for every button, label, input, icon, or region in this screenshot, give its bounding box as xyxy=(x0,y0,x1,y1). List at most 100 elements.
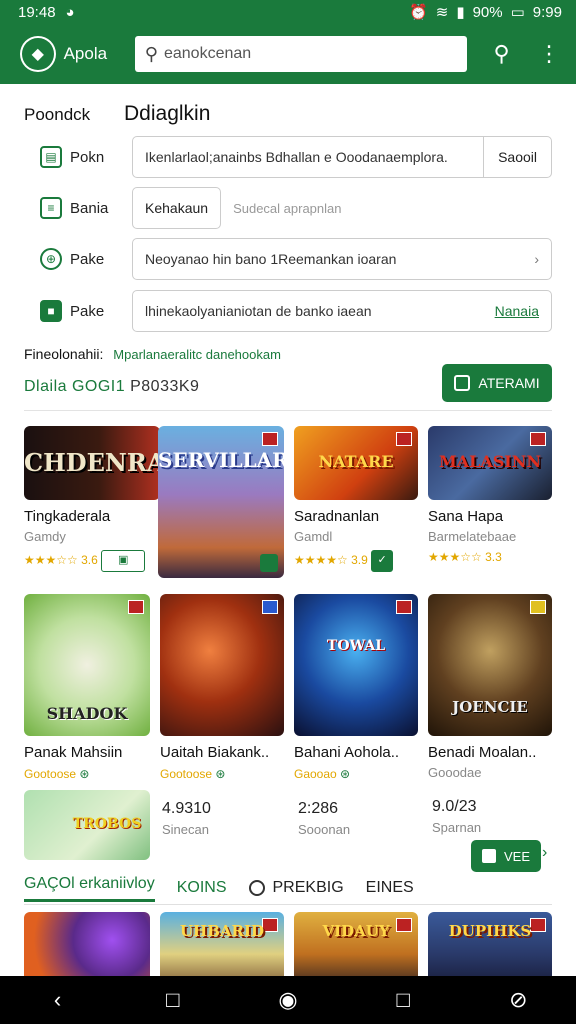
status-clock: 9:99 xyxy=(532,3,562,21)
select-field[interactable]: Neoyanao hin bano 1Reemankan ioaran › xyxy=(132,238,552,280)
form-label: Pake xyxy=(70,250,105,268)
info-code-prefix: Dlaila GOGI1 xyxy=(24,378,126,395)
field-value: lhinekaolyanianiotan de banko iaean xyxy=(145,303,372,319)
section-title: Ddiaglkin xyxy=(124,102,211,125)
game-name: Saradnanlan xyxy=(294,508,380,525)
game-card-featured[interactable]: SERVILLAR xyxy=(158,426,284,578)
alarm-icon: ⏰ xyxy=(409,4,428,21)
game-genre: Gooodae xyxy=(428,765,482,780)
field-link[interactable]: Nanaia xyxy=(495,303,539,319)
game-card[interactable] xyxy=(24,912,150,976)
game-card[interactable]: CHDENRA Tingkaderala Gamdy ★★★☆☆ 3.6 ▣ xyxy=(24,426,160,572)
recents-icon[interactable]: □ xyxy=(383,987,423,1013)
game-stat-label: Sooonan xyxy=(298,822,351,837)
game-art xyxy=(160,594,284,736)
field-value: Neoyanao hin bano 1Reemankan ioaran xyxy=(145,251,397,267)
view-button[interactable]: VEE xyxy=(471,840,541,872)
game-rating: ★★★☆☆ 3.6 ▣ xyxy=(24,550,160,572)
search-button-icon[interactable]: ⚲ xyxy=(489,41,515,67)
battery-icon: ▭ xyxy=(510,4,525,21)
tab-4[interactable]: EINES xyxy=(366,879,414,897)
signal-icon: ▮ xyxy=(456,4,465,21)
badge-icon xyxy=(262,600,278,614)
game-card[interactable]: Uaitah Biakank.. Gootoose ⊛ xyxy=(160,594,284,781)
game-card[interactable]: TROBOS xyxy=(24,790,150,860)
tab-divider xyxy=(24,904,552,905)
game-stat: 4.9310 Sinecan xyxy=(162,800,282,837)
install-button[interactable]: ▣ xyxy=(101,550,146,572)
cta-button[interactable]: ATERAMI xyxy=(442,364,552,402)
game-name: Panak Mahsiin xyxy=(24,744,123,761)
chevron-right-icon: › xyxy=(534,251,539,267)
game-art xyxy=(24,912,150,976)
game-genre: Gamdl xyxy=(294,529,333,544)
section-label: Poondck xyxy=(24,105,91,124)
game-name: Uaitah Biakank.. xyxy=(160,744,270,761)
install-icon[interactable] xyxy=(260,554,278,572)
wifi-icon: ≋ xyxy=(435,4,449,21)
game-art-title: VIDAUY xyxy=(322,922,390,940)
game-name: Tingkaderala xyxy=(24,508,111,525)
back-icon[interactable]: ‹ xyxy=(38,987,78,1013)
document-icon: ▤ xyxy=(40,146,62,168)
tab-2[interactable]: KOINS xyxy=(177,879,227,897)
tab-1[interactable]: GAÇOl erkaniivloy xyxy=(24,875,155,902)
divider xyxy=(24,410,552,411)
game-card[interactable]: UHBARID xyxy=(160,912,284,976)
game-art-title: UHBARID xyxy=(179,922,265,940)
text-field[interactable]: Ikenlarlaol;anainbs Bdhallan e Ooodanaem… xyxy=(132,136,552,178)
game-card[interactable]: SHADOK Panak Mahsiin Gootoose ⊛ xyxy=(24,594,150,781)
chevron-right-icon[interactable]: › xyxy=(542,844,547,862)
more-menu-icon[interactable]: ⋮ xyxy=(536,41,562,67)
game-rating: Gootoose ⊛ xyxy=(160,767,226,781)
app-name: Apola xyxy=(63,44,108,63)
badge-icon xyxy=(396,600,412,614)
section-header: Poondck Ddiaglkin xyxy=(24,102,554,132)
app-logo-icon[interactable]: ◆ xyxy=(20,36,56,72)
square-icon[interactable]: □ xyxy=(153,987,193,1013)
game-art: DUPIHKS xyxy=(428,912,552,976)
form-label: Pake xyxy=(70,302,105,320)
radio-icon xyxy=(248,879,265,896)
option-hint: Sudecal aprapnlan xyxy=(233,200,342,216)
badge-icon xyxy=(396,432,412,446)
game-art-title: SERVILLAR xyxy=(158,448,284,472)
game-stat-label: Sinecan xyxy=(162,822,209,837)
game-card[interactable]: TOWAL Bahani Aohola.. Gaooao ⊛ xyxy=(294,594,418,781)
game-card[interactable]: VIDAUY xyxy=(294,912,418,976)
checkbox-icon xyxy=(454,375,471,391)
game-art-title: NATARE xyxy=(318,452,394,471)
game-art: TROBOS xyxy=(24,790,150,860)
info-heading-note: Mparlanaeralitc danehookam xyxy=(113,347,281,362)
game-card[interactable]: NATARE Saradnanlan Gamdl ★★★★☆ 3.9 ✓ xyxy=(294,426,418,572)
form-row-3: ⊕ Pake Neoyanao hin bano 1Reemankan ioar… xyxy=(40,238,552,280)
game-art: UHBARID xyxy=(160,912,284,976)
globe-icon: ⊕ xyxy=(40,248,62,270)
edit-icon[interactable]: ⊘ xyxy=(498,987,538,1013)
field-action-button[interactable]: Saooil xyxy=(483,137,551,177)
verified-icon: ⊛ xyxy=(340,767,351,781)
status-time: 19:48 xyxy=(18,3,56,21)
tab-3[interactable]: PREKBIG xyxy=(248,879,344,897)
search-input[interactable]: ⚲ eanokcenan xyxy=(134,36,467,72)
badge-icon xyxy=(530,432,546,446)
view-button-label: VEE xyxy=(503,848,530,864)
badge-icon xyxy=(530,600,546,614)
game-rating: Gaooao ⊛ xyxy=(294,767,351,781)
form-row-2: ≡ Bania Kehakaun Sudecal aprapnlan xyxy=(40,187,552,229)
search-placeholder: eanokcenan xyxy=(163,45,252,62)
app-bar: ◆ Apola ⚲ eanokcenan ⚲ ⋮ xyxy=(0,24,576,84)
game-rating: ★★★★☆ 3.9 ✓ xyxy=(294,550,418,572)
install-button[interactable]: ✓ xyxy=(371,550,394,572)
battery-level: 90% xyxy=(472,3,503,21)
option-chip[interactable]: Kehakaun xyxy=(132,187,222,229)
info-heading: Fineolonahii: Mparlanaeralitc danehookam xyxy=(24,346,281,362)
verified-icon: ⊛ xyxy=(79,767,90,781)
text-field[interactable]: lhinekaolyanianiotan de banko iaean Nana… xyxy=(132,290,552,332)
game-stat-value: 9.0/23 xyxy=(432,798,477,815)
game-art-title: SHADOK xyxy=(46,704,128,723)
home-icon[interactable]: ◉ xyxy=(268,987,308,1013)
game-card[interactable]: DUPIHKS xyxy=(428,912,552,976)
game-card[interactable]: MALASINN Sana Hapa Barmelatebaae ★★★☆☆ 3… xyxy=(428,426,552,564)
game-card[interactable]: JOENCIE Benadi Moalan.. Gooodae xyxy=(428,594,552,780)
